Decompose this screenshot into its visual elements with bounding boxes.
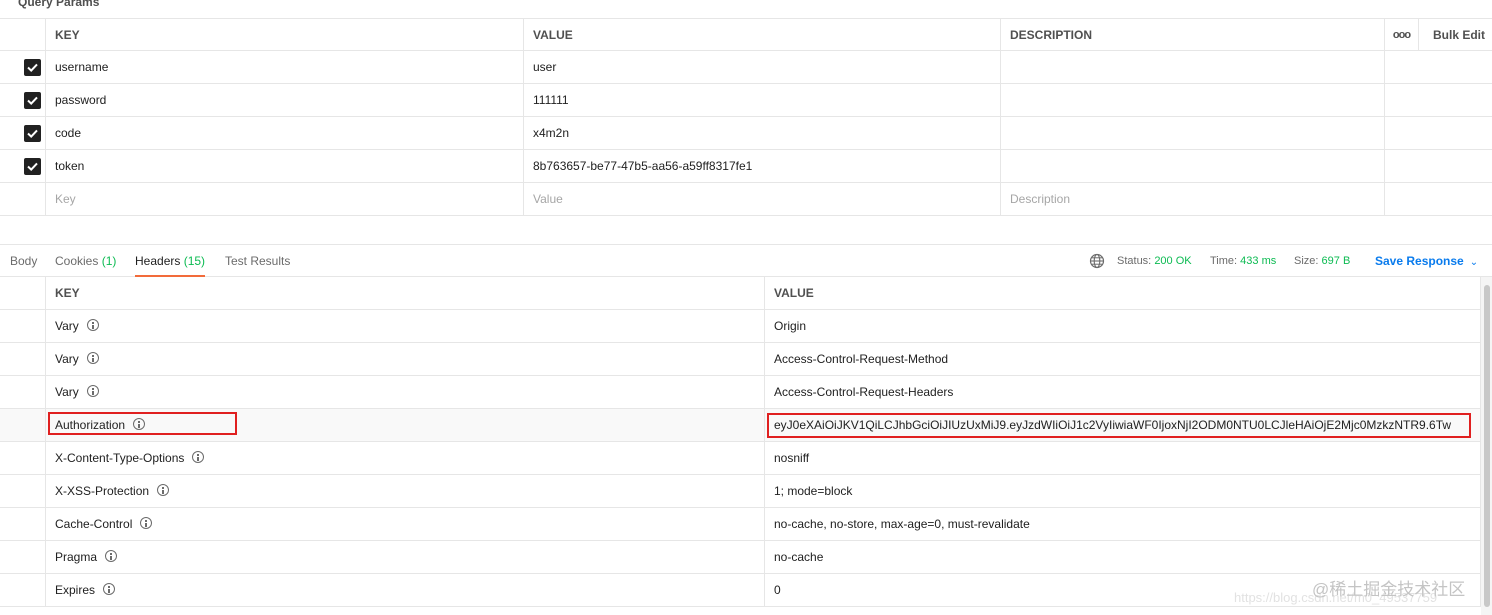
- table-row: Cache-Control no-cache, no-store, max-ag…: [0, 508, 1481, 541]
- header-value: Access-Control-Request-Method: [765, 343, 1481, 375]
- header-key: Cache-Control: [55, 517, 133, 531]
- param-key[interactable]: password: [46, 84, 524, 116]
- column-header-key: KEY: [46, 277, 765, 309]
- param-row: username user: [0, 51, 1492, 84]
- header-key: Vary: [55, 319, 79, 333]
- header-key: Expires: [55, 583, 96, 597]
- header-value: nosniff: [765, 442, 1481, 474]
- size-value: 697 B: [1321, 255, 1351, 267]
- info-icon[interactable]: [105, 550, 118, 562]
- status-value: 200 OK: [1154, 255, 1192, 267]
- table-row: X-XSS-Protection 1; mode=block: [0, 475, 1481, 508]
- new-param-row: Key Value Description: [0, 183, 1492, 216]
- param-checkbox[interactable]: [24, 125, 41, 142]
- info-icon[interactable]: [86, 352, 99, 364]
- header-key: X-XSS-Protection: [55, 484, 150, 498]
- headers-header-row: KEY VALUE: [0, 277, 1481, 310]
- header-key: X-Content-Type-Options: [55, 451, 185, 465]
- new-key-input[interactable]: Key: [46, 183, 524, 215]
- column-header-description: DESCRIPTION: [1001, 19, 1385, 51]
- header-key: Pragma: [55, 550, 98, 564]
- header-key: Vary: [55, 385, 79, 399]
- query-params-header-row: KEY VALUE DESCRIPTION ooo Bulk Edit: [0, 18, 1492, 51]
- header-value: Origin: [765, 310, 1481, 342]
- param-key[interactable]: token: [46, 150, 524, 182]
- watermark: @稀土掘金技术社区: [1312, 580, 1466, 599]
- save-response-button[interactable]: Save Response ⌄: [1375, 245, 1478, 277]
- table-row: Vary Access-Control-Request-Headers: [0, 376, 1481, 409]
- param-description[interactable]: [1001, 51, 1385, 83]
- response-tabs-bar: Body Cookies (1) Headers (15) Test Resul…: [0, 244, 1492, 277]
- cookies-count: (1): [101, 254, 117, 268]
- query-params-table: KEY VALUE DESCRIPTION ooo Bulk Edit user…: [0, 18, 1492, 216]
- response-headers-table: KEY VALUE Vary Origin Vary Access-Contro…: [0, 277, 1481, 607]
- authorization-key-highlight: [48, 412, 237, 435]
- authorization-value-highlight: [767, 413, 1471, 438]
- param-row: password 111111: [0, 84, 1492, 117]
- time-readout[interactable]: Time: 433 ms: [1210, 245, 1276, 277]
- info-icon[interactable]: [86, 385, 99, 397]
- new-value-input[interactable]: Value: [524, 183, 1001, 215]
- param-description[interactable]: [1001, 150, 1385, 182]
- info-icon[interactable]: [103, 583, 116, 595]
- bulk-edit-button[interactable]: Bulk Edit: [1419, 19, 1492, 51]
- info-icon[interactable]: [140, 517, 153, 529]
- info-icon[interactable]: [86, 319, 99, 331]
- table-row: X-Content-Type-Options nosniff: [0, 442, 1481, 475]
- param-row: token 8b763657-be77-47b5-aa56-a59ff8317f…: [0, 150, 1492, 183]
- info-icon[interactable]: [157, 484, 170, 496]
- param-key[interactable]: username: [46, 51, 524, 83]
- header-checkbox-cell: [0, 19, 46, 51]
- header-value: 1; mode=block: [765, 475, 1481, 507]
- new-description-input[interactable]: Description: [1001, 183, 1385, 215]
- param-value[interactable]: user: [524, 51, 1001, 83]
- param-checkbox[interactable]: [24, 59, 41, 76]
- column-header-value: VALUE: [524, 19, 1001, 51]
- table-row: Pragma no-cache: [0, 541, 1481, 574]
- header-value: no-cache, no-store, max-age=0, must-reva…: [765, 508, 1481, 540]
- header-value: Access-Control-Request-Headers: [765, 376, 1481, 408]
- param-checkbox[interactable]: [24, 158, 41, 175]
- header-value: no-cache: [765, 541, 1481, 573]
- more-options-button[interactable]: ooo: [1385, 19, 1419, 51]
- header-key: Vary: [55, 352, 79, 366]
- column-header-key: KEY: [46, 19, 524, 51]
- info-icon[interactable]: [192, 451, 205, 463]
- query-params-title: Query Params: [18, 0, 100, 9]
- size-readout[interactable]: Size: 697 B: [1294, 245, 1350, 277]
- param-description[interactable]: [1001, 84, 1385, 116]
- scrollbar-thumb[interactable]: [1484, 285, 1490, 607]
- tab-headers[interactable]: Headers (15): [135, 245, 206, 277]
- globe-icon[interactable]: [1089, 253, 1105, 269]
- param-value[interactable]: 8b763657-be77-47b5-aa56-a59ff8317fe1: [524, 150, 1001, 182]
- time-value: 433 ms: [1240, 255, 1277, 267]
- tab-cookies[interactable]: Cookies (1): [55, 245, 116, 277]
- status-readout[interactable]: Status: 200 OK: [1117, 245, 1192, 277]
- param-key[interactable]: code: [46, 117, 524, 149]
- headers-count: (15): [183, 254, 206, 268]
- table-row: Vary Access-Control-Request-Method: [0, 343, 1481, 376]
- param-value[interactable]: 111111: [524, 84, 1001, 116]
- chevron-down-icon: ⌄: [1469, 257, 1479, 268]
- param-value[interactable]: x4m2n: [524, 117, 1001, 149]
- tab-test-results[interactable]: Test Results: [225, 245, 290, 277]
- param-description[interactable]: [1001, 117, 1385, 149]
- param-row: code x4m2n: [0, 117, 1492, 150]
- table-row: Vary Origin: [0, 310, 1481, 343]
- column-header-value: VALUE: [765, 277, 1481, 309]
- tab-body[interactable]: Body: [10, 245, 37, 277]
- param-checkbox[interactable]: [24, 92, 41, 109]
